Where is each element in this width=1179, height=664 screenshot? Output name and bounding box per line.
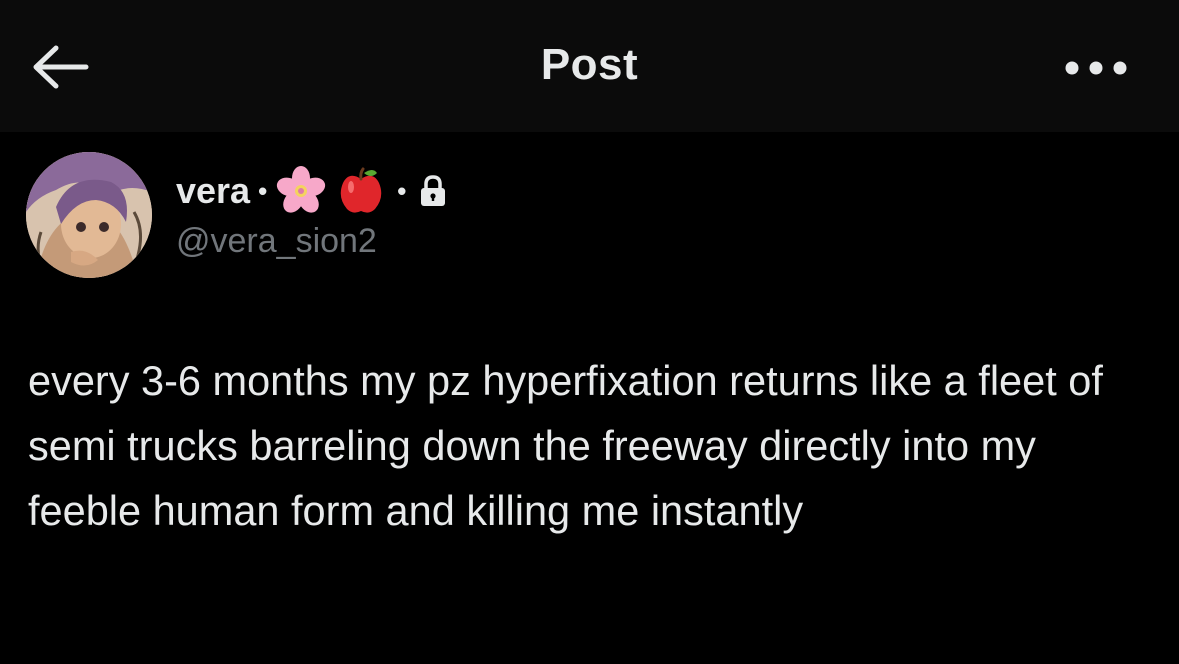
more-horizontal-icon (1065, 61, 1127, 75)
more-options-button[interactable] (1058, 48, 1134, 88)
display-name[interactable]: vera (176, 170, 250, 212)
name-separator: • (258, 175, 268, 206)
lock-icon (421, 175, 446, 206)
page-title: Post (540, 40, 639, 89)
top-app-bar: Post (0, 0, 1179, 132)
red-apple-emoji (340, 167, 382, 213)
author-name-row[interactable]: vera • • (176, 166, 450, 216)
cherry-blossom-emoji (277, 166, 326, 213)
name-separator-2: • (397, 175, 407, 206)
avatar[interactable] (26, 152, 152, 278)
user-handle[interactable]: @vera_sion2 (176, 222, 377, 261)
post-text: every 3-6 months my pz hyperfixation ret… (28, 357, 1103, 534)
